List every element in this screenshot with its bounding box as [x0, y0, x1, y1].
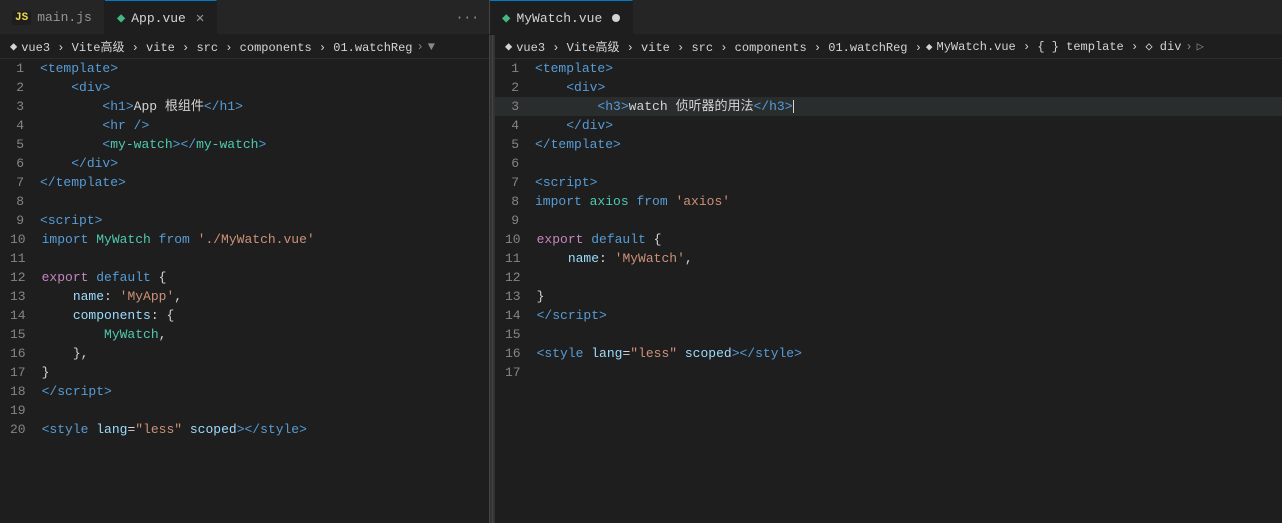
table-row: 2 <div>	[495, 78, 1282, 97]
right-pane: ◆ vue3 › Vite高级 › vite › src › component…	[495, 35, 1282, 523]
table-row: 13 name: 'MyApp',	[0, 287, 489, 306]
tab-bar-left: JS main.js ◆ App.vue ✕ ···	[0, 0, 490, 34]
right-code-lines: 1 <template> 2 <div> 3 <h3>watch 侦听器的用法<…	[495, 59, 1282, 382]
tab-modified-dot	[612, 14, 620, 22]
table-row: 11 name: 'MyWatch',	[495, 249, 1282, 268]
vue-icon-breadcrumb: ◆	[926, 40, 933, 54]
table-row: 6 </div>	[0, 154, 489, 173]
table-row: 5 </template>	[495, 135, 1282, 154]
breadcrumb-left-arrow: ›	[417, 40, 424, 54]
breadcrumb-left-text: vue3 › Vite高级 › vite › src › components …	[21, 38, 412, 55]
table-row: 16 <style lang="less" scoped></style>	[495, 344, 1282, 363]
tab-label-app-vue: App.vue	[131, 11, 186, 26]
table-row: 1 <template>	[495, 59, 1282, 78]
table-row: 10 export default {	[495, 230, 1282, 249]
tab-mywatch-vue[interactable]: ◆ MyWatch.vue	[490, 0, 633, 35]
table-row: 7 </template>	[0, 173, 489, 192]
table-row: 14 </script>	[495, 306, 1282, 325]
table-row: 17 }	[0, 363, 489, 382]
breadcrumb-more-icon: ▷	[1197, 39, 1204, 54]
table-row: 10 import MyWatch from './MyWatch.vue'	[0, 230, 489, 249]
table-row: 3 <h3>watch 侦听器的用法</h3>	[495, 97, 1282, 116]
tabs-more-icon: ···	[456, 10, 479, 25]
table-row: 19	[0, 401, 489, 420]
table-row: 12 export default {	[0, 268, 489, 287]
text-cursor	[793, 100, 794, 113]
table-row: 15	[495, 325, 1282, 344]
breadcrumb-left: ◆ vue3 › Vite高级 › vite › src › component…	[0, 35, 489, 59]
table-row: 13 }	[495, 287, 1282, 306]
table-row: 17	[495, 363, 1282, 382]
table-row: 5 <my-watch></my-watch>	[0, 135, 489, 154]
breadcrumb-right-text: vue3 › Vite高级 › vite › src › components …	[516, 38, 922, 55]
tab-close-app-vue[interactable]: ✕	[196, 10, 204, 27]
breadcrumb-right-arrow: ›	[1185, 40, 1192, 54]
right-code-area[interactable]: 1 <template> 2 <div> 3 <h3>watch 侦听器的用法<…	[495, 59, 1282, 523]
vue-icon-app: ◆	[117, 10, 125, 27]
left-code-area[interactable]: 1 <template> 2 <div> 3 <h1>App 根组件</h1> …	[0, 59, 489, 523]
vue-icon-mywatch: ◆	[502, 10, 510, 27]
table-row: 4 </div>	[495, 116, 1282, 135]
table-row: 8	[0, 192, 489, 211]
table-row: 15 MyWatch,	[0, 325, 489, 344]
tabs-more-button[interactable]: ···	[446, 0, 489, 34]
tab-main-js[interactable]: JS main.js	[0, 0, 105, 35]
table-row: 8 import axios from 'axios'	[495, 192, 1282, 211]
js-icon: JS	[12, 11, 31, 25]
breadcrumb-file: MyWatch.vue › { } template › ◇ div	[937, 39, 1182, 54]
table-row: 9	[495, 211, 1282, 230]
left-pane: ◆ vue3 › Vite高级 › vite › src › component…	[0, 35, 490, 523]
table-row: 2 <div>	[0, 78, 489, 97]
table-row: 20 <style lang="less" scoped></style>	[0, 420, 489, 439]
table-row: 9 <script>	[0, 211, 489, 230]
tab-bar-right: ◆ MyWatch.vue	[490, 0, 1282, 34]
breadcrumb-right: ◆ vue3 › Vite高级 › vite › src › component…	[495, 35, 1282, 59]
table-row: 7 <script>	[495, 173, 1282, 192]
table-row: 18 </script>	[0, 382, 489, 401]
table-row: 6	[495, 154, 1282, 173]
vue-breadcrumb-icon-left: ◆	[10, 39, 17, 54]
editor-container: JS main.js ◆ App.vue ✕ ··· ◆ MyWatch.vue	[0, 0, 1282, 523]
table-row: 16 },	[0, 344, 489, 363]
table-row: 3 <h1>App 根组件</h1>	[0, 97, 489, 116]
vue-breadcrumb-icon-right: ◆	[505, 39, 512, 54]
table-row: 12	[495, 268, 1282, 287]
left-code-lines: 1 <template> 2 <div> 3 <h1>App 根组件</h1> …	[0, 59, 489, 439]
tab-label-mywatch-vue: MyWatch.vue	[516, 11, 602, 26]
editor-panes: ◆ vue3 › Vite高级 › vite › src › component…	[0, 35, 1282, 523]
breadcrumb-left-icon-arr: ▼	[428, 40, 435, 54]
tab-app-vue[interactable]: ◆ App.vue ✕	[105, 0, 217, 35]
table-row: 14 components: {	[0, 306, 489, 325]
table-row: 4 <hr />	[0, 116, 489, 135]
tab-bar: JS main.js ◆ App.vue ✕ ··· ◆ MyWatch.vue	[0, 0, 1282, 35]
tab-label-main-js: main.js	[37, 10, 92, 25]
table-row: 11	[0, 249, 489, 268]
table-row: 1 <template>	[0, 59, 489, 78]
